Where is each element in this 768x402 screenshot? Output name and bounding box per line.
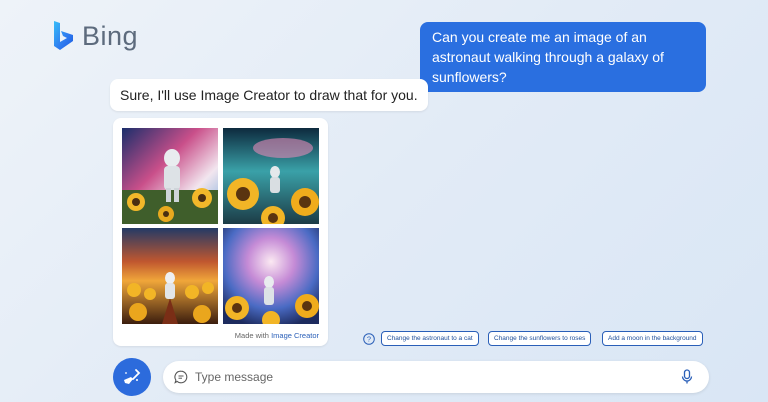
broom-icon — [124, 369, 141, 384]
generated-image-2[interactable] — [223, 128, 319, 224]
generated-images-card: Made with Image Creator — [113, 118, 328, 346]
image-creator-link[interactable]: Image Creator — [271, 331, 319, 340]
image-creator-credit: Made with Image Creator — [235, 331, 319, 340]
bing-logo[interactable]: Bing — [52, 20, 138, 52]
generated-image-4[interactable] — [223, 228, 319, 324]
brand-name: Bing — [82, 20, 139, 51]
bing-logo-icon — [54, 21, 73, 50]
suggestion-chip-roses[interactable]: Change the sunflowers to roses — [488, 331, 592, 346]
svg-text:?: ? — [367, 335, 371, 344]
chat-icon — [174, 370, 188, 384]
microphone-icon[interactable] — [681, 369, 693, 385]
bot-message-bubble: Sure, I'll use Image Creator to draw tha… — [110, 79, 428, 111]
generated-image-3[interactable] — [122, 228, 218, 324]
credit-prefix: Made with — [234, 331, 269, 340]
suggestion-chip-cat[interactable]: Change the astronaut to a cat — [381, 331, 479, 346]
help-icon[interactable]: ? — [363, 333, 375, 345]
chat-input-bar — [163, 361, 709, 393]
generated-image-1[interactable] — [122, 128, 218, 224]
message-input[interactable] — [195, 367, 665, 387]
user-message-bubble: Can you create me an image of an astrona… — [420, 22, 706, 92]
suggestion-chip-moon[interactable]: Add a moon in the background — [602, 331, 703, 346]
new-topic-button[interactable] — [113, 358, 151, 396]
